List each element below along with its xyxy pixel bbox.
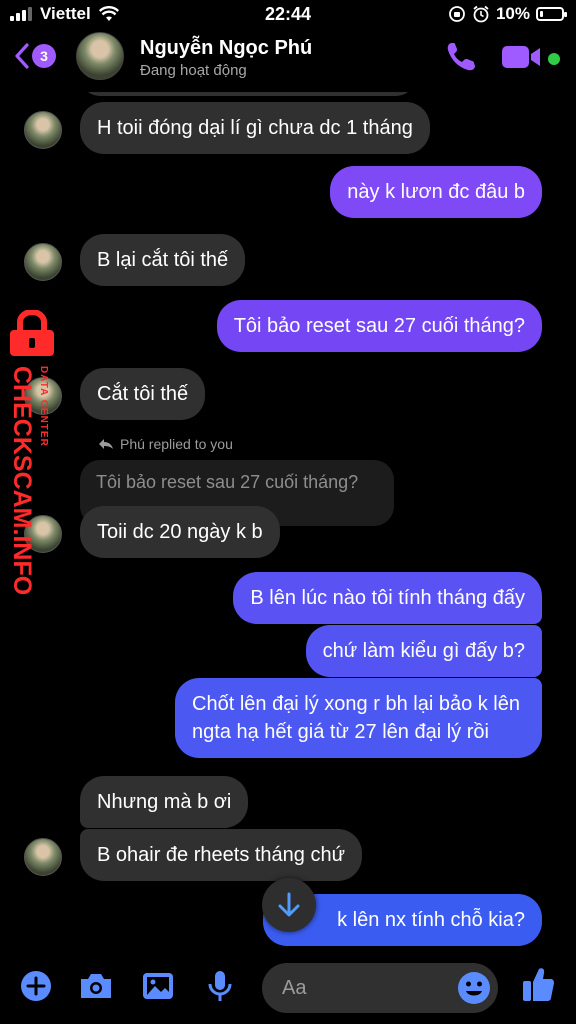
message-text: B ohair đe rheets tháng chứ: [97, 844, 345, 866]
microphone-icon: [208, 971, 232, 1001]
battery-percent: 10%: [495, 4, 530, 23]
message-text-end: k lên nx tính chỗ kia?: [337, 909, 525, 931]
alarm-icon: [473, 5, 489, 23]
chevron-left-icon: [15, 43, 29, 69]
plus-circle-icon: [21, 971, 51, 1001]
orientation-lock-icon: [449, 6, 465, 22]
chat-header: 3 Nguyễn Ngọc Phú Đang hoạt động: [0, 28, 576, 92]
reply-label-text: Phú replied to you: [120, 436, 233, 452]
voice-button[interactable]: [202, 968, 238, 1004]
like-button[interactable]: [520, 966, 556, 1002]
message-bubble-incoming[interactable]: H toii đóng dại lí gì chưa dc 1 tháng: [80, 102, 430, 154]
reply-label: Phú replied to you: [98, 436, 233, 452]
message-bubble-incoming[interactable]: B lại cắt tôi thế: [80, 234, 246, 286]
message-text-line: Chốt lên đại lý xong r bh lại bảo k lên: [192, 693, 520, 715]
message-bubble-incoming[interactable]: Toii dc 20 ngày k b: [80, 506, 280, 558]
message-bubble-outgoing[interactable]: Chốt lên đại lý xong r bh lại bảo k lên …: [175, 678, 542, 758]
message-text: B lên lúc nào tôi tính tháng đấy: [250, 587, 525, 609]
message-bubble-outgoing[interactable]: chứ làm kiểu gì đấy b?: [305, 625, 542, 677]
reply-arrow-icon: [99, 439, 113, 449]
gallery-button[interactable]: [140, 968, 176, 1004]
message-bubble-outgoing[interactable]: Tôi bảo reset sau 27 cuối tháng?: [216, 300, 542, 352]
battery-icon: [536, 7, 567, 21]
message-text: B lại cắt tôi thế: [97, 249, 229, 271]
phone-icon[interactable]: [444, 40, 478, 74]
message-bubble-incoming[interactable]: Cắt tôi thế: [80, 368, 206, 420]
sender-avatar[interactable]: [24, 243, 62, 281]
sender-avatar[interactable]: [24, 515, 62, 553]
message-list[interactable]: H toii đóng dại lí gì chưa dc 1 tháng nà…: [0, 92, 576, 952]
message-text: Cắt tôi thế: [97, 383, 189, 405]
partial-message-bubble: [80, 92, 416, 96]
online-indicator: [548, 53, 560, 65]
camera-button[interactable]: [78, 968, 114, 1004]
arrow-down-icon: [278, 892, 300, 917]
plus-button[interactable]: [18, 968, 54, 1004]
emoji-icon[interactable]: [456, 970, 492, 1006]
message-text: Tôi bảo reset sau 27 cuối tháng?: [233, 315, 525, 337]
sender-avatar[interactable]: [24, 377, 62, 415]
thumbs-up-icon: [523, 968, 554, 1001]
message-text: chứ làm kiểu gì đấy b?: [322, 640, 525, 662]
sender-avatar[interactable]: [24, 111, 62, 149]
message-composer: [0, 952, 576, 1024]
message-text: Toii dc 20 ngày k b: [97, 521, 263, 543]
message-bubble-incoming[interactable]: B ohair đe rheets tháng chứ: [80, 829, 362, 881]
message-bubble-outgoing[interactable]: này k lươn đc đâu b: [330, 166, 542, 218]
message-text: H toii đóng dại lí gì chưa dc 1 tháng: [97, 117, 413, 139]
contact-avatar[interactable]: [76, 32, 124, 80]
message-text: Nhưng mà b ơi: [97, 791, 232, 813]
message-text: này k lươn đc đâu b: [347, 181, 525, 203]
scroll-to-bottom-button[interactable]: [262, 878, 316, 932]
status-right: 10%: [448, 4, 567, 24]
contact-name[interactable]: Nguyễn Ngọc Phú: [140, 37, 312, 60]
image-icon: [143, 973, 173, 999]
video-camera-icon[interactable]: [502, 44, 542, 70]
status-bar: Viettel 22:44 10%: [0, 0, 576, 28]
camera-icon: [81, 974, 111, 998]
unread-badge: 3: [32, 44, 56, 68]
message-bubble-outgoing[interactable]: B lên lúc nào tôi tính tháng đấy: [233, 572, 542, 624]
contact-status: Đang hoạt động: [140, 62, 247, 79]
back-button[interactable]: 3: [14, 42, 56, 70]
message-bubble-incoming[interactable]: Nhưng mà b ơi: [80, 776, 249, 828]
message-text-line: ngta hạ hết giá từ 27 lên đại lý rồi: [192, 721, 489, 743]
sender-avatar[interactable]: [24, 838, 62, 876]
quoted-text: Tôi bảo reset sau 27 cuối tháng?: [96, 472, 359, 492]
